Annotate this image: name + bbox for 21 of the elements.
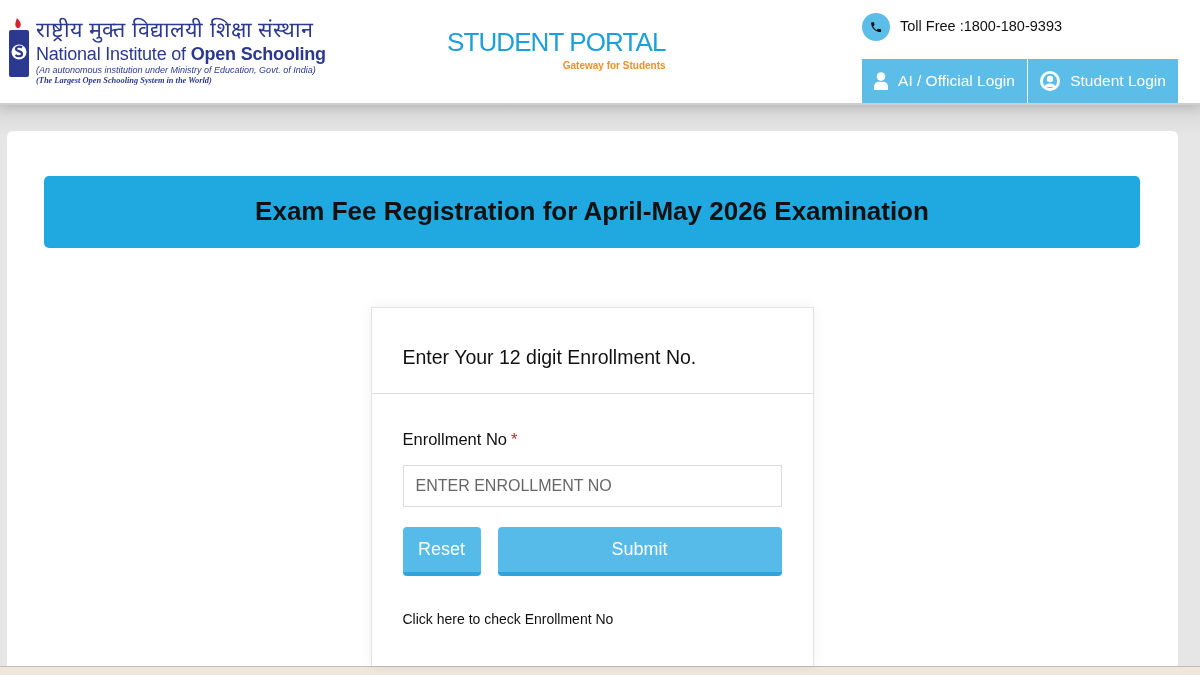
emblem-icon [8,16,30,78]
submit-button[interactable]: Submit [497,527,782,576]
portal-subtitle: Gateway for Students [562,60,666,72]
institute-tagline: (An autonomous institution under Ministry of Education, Govt. of India) [36,64,317,76]
page-title: Exam Fee Registration for April-May 2026 Examination [255,196,929,228]
required-mark: * [511,430,518,448]
phone-icon [862,13,890,41]
login-button[interactable]: Student Login [1028,59,1178,103]
user-icon [874,72,889,90]
login-button[interactable]: AI / Official Login [862,59,1027,103]
check-enrollment-link[interactable]: Click here to check Enrollment No [402,609,614,630]
institute-name: National Institute of Open Schooling [36,44,326,64]
toll-free-number: Toll Free :1800-180-9393 [900,17,1063,37]
user-circle-icon [1040,71,1061,91]
institute-name-hindi: राष्ट्रीय मुक्त विद्यालयी शिक्षा संस्थान [36,16,315,44]
reset-button[interactable]: Reset [402,527,481,576]
form-heading: Enter Your 12 digit Enrollment No. [402,344,697,370]
field-label: Enrollment No [402,429,508,449]
portal-title: STUDENT PORTAL [447,27,666,57]
institute-motto: (The Largest Open Schooling System in the World) [36,76,213,86]
enrollment-input[interactable]: ENTER ENROLLMENT NO [402,465,782,507]
